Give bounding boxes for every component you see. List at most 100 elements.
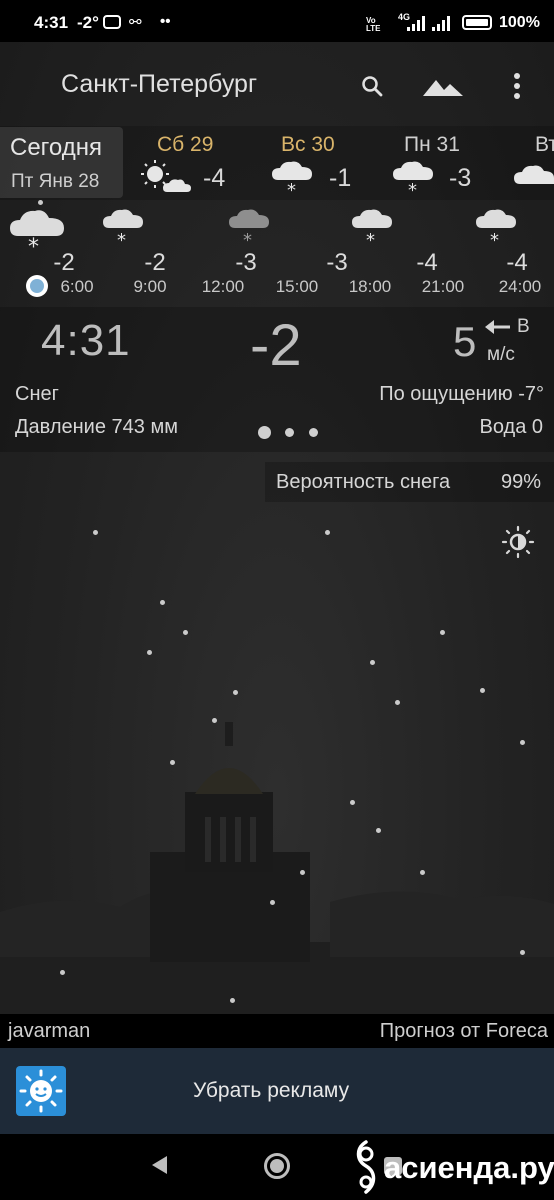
background-button[interactable]	[423, 66, 463, 106]
pressure-text: Давление 743 мм	[15, 416, 178, 438]
link-icon: ⚯	[129, 14, 142, 31]
volte-icon: Vo LTE	[366, 16, 381, 33]
hour-time: 15:00	[275, 277, 319, 296]
cloud-icon	[514, 165, 554, 184]
partly-cloudy-icon	[141, 160, 191, 192]
snowflake	[440, 630, 445, 635]
hour-temperature: -3	[326, 249, 348, 276]
more-vert-icon	[514, 73, 520, 99]
snowflake	[325, 530, 330, 535]
snowflake	[270, 900, 275, 905]
hour-temperature: -4	[506, 249, 528, 276]
city-silhouette	[0, 722, 554, 1014]
snowflake	[230, 998, 235, 1003]
snow-cloud-icon: *	[103, 209, 143, 246]
more-options-button[interactable]	[497, 66, 537, 106]
photo-author[interactable]: javarman	[8, 1020, 90, 1043]
day-temperature: -1	[329, 164, 352, 192]
page-dot-active	[258, 426, 271, 439]
snowflake	[480, 688, 485, 693]
svg-text:*: *	[408, 180, 417, 198]
day-temperature: -3	[449, 164, 472, 192]
snowflake	[93, 530, 98, 535]
snowflake	[233, 690, 238, 695]
snowflake	[420, 870, 425, 875]
day-name: Пн 31	[404, 133, 460, 156]
svg-text:*: *	[117, 230, 126, 246]
current-temperature: -2	[250, 313, 302, 378]
landscape-icon	[423, 80, 463, 96]
watermark-logo-icon	[356, 1140, 376, 1194]
feels-like-text: По ощущению -7°	[379, 383, 544, 405]
day-name: Сб 29	[157, 133, 214, 156]
snowflake	[300, 870, 305, 875]
svg-text:*: *	[366, 230, 375, 246]
page-dot	[285, 428, 294, 437]
condition-text: Снег	[15, 383, 59, 405]
wind-direction-arrow-icon	[485, 320, 510, 334]
hour-temperature: -4	[416, 249, 438, 276]
hour-temperature: -2	[53, 249, 75, 276]
snow-cloud-icon: *	[476, 209, 516, 246]
today-date: Пт Янв 28	[11, 171, 100, 192]
snowflake	[395, 700, 400, 705]
remove-ads-label: Убрать рекламу	[193, 1079, 350, 1102]
signal-icon	[407, 16, 425, 31]
more-notifications-icon: ••	[160, 13, 171, 30]
day-temperature: -4	[203, 164, 226, 192]
status-temperature: -2°	[77, 13, 99, 32]
search-button[interactable]	[352, 66, 392, 106]
current-time-marker	[26, 275, 48, 297]
forecast-source[interactable]: Прогноз от Foreca	[380, 1020, 548, 1043]
day-name: Вт	[535, 133, 554, 156]
hour-temperature: -3	[235, 249, 257, 276]
snowflake	[60, 970, 65, 975]
page-dot	[309, 428, 318, 437]
wind-direction: В	[517, 316, 530, 337]
search-icon	[362, 76, 383, 97]
hour-time: 24:00	[498, 277, 542, 296]
hour-time: 6:00	[60, 277, 94, 296]
battery-percent: 100%	[499, 14, 540, 31]
snowflake	[520, 740, 525, 745]
wind-speed: 5	[453, 318, 477, 365]
snowflake	[212, 718, 217, 723]
city-title[interactable]: Санкт-Петербург	[61, 70, 257, 99]
snowflake	[38, 200, 43, 205]
snow-cloud-icon: *	[352, 209, 392, 246]
probability-value: 99%	[501, 471, 542, 493]
svg-text:*: *	[243, 230, 252, 246]
svg-text:*: *	[490, 230, 499, 246]
snow-cloud-icon: *	[229, 209, 269, 246]
snowflake	[183, 630, 188, 635]
hour-time: 12:00	[201, 277, 245, 296]
hour-time: 21:00	[421, 277, 465, 296]
snowflake	[350, 800, 355, 805]
snow-cloud-icon: *	[393, 161, 433, 198]
wind-unit: м/с	[487, 344, 515, 365]
back-icon[interactable]	[150, 1155, 170, 1175]
today-label: Сегодня	[10, 134, 102, 161]
day-name: Вс 30	[281, 133, 335, 156]
snowflake	[370, 660, 375, 665]
signal-2-icon	[432, 16, 450, 31]
snowflake	[376, 828, 381, 833]
battery-icon	[462, 15, 492, 30]
current-time: 4:31	[41, 316, 131, 365]
sun-moon-icon[interactable]	[500, 524, 536, 560]
status-time: 4:31	[34, 13, 69, 32]
snowflake	[520, 950, 525, 955]
snowflake	[160, 600, 165, 605]
status-bar: 4:31 -2° ⚯ •• Vo LTE 4G 100%	[0, 0, 554, 42]
hour-time: 9:00	[133, 277, 167, 296]
app-logo-icon	[16, 1066, 66, 1116]
svg-text:*: *	[287, 180, 296, 198]
snowflake	[170, 760, 175, 765]
hour-time: 18:00	[348, 277, 392, 296]
app-notification-icon	[103, 15, 121, 29]
hour-temperature: -2	[144, 249, 166, 276]
snow-cloud-icon: *	[10, 210, 64, 254]
water-temp-text: Вода 0	[479, 416, 544, 438]
home-icon[interactable]	[264, 1153, 290, 1179]
snow-cloud-icon: *	[272, 161, 312, 198]
